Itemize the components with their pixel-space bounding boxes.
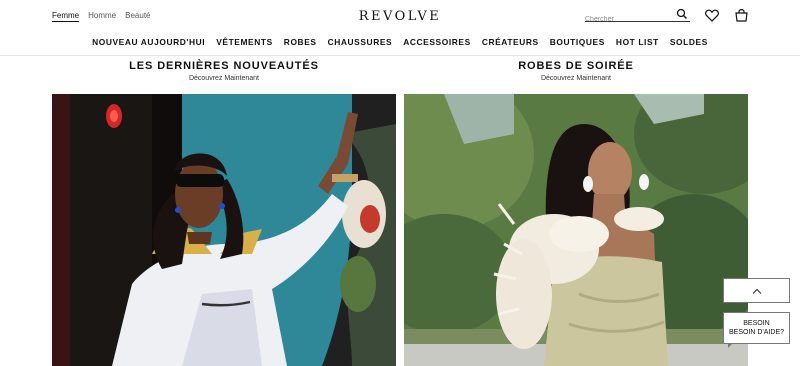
nav-item-chaussures[interactable]: CHAUSSURES [328,37,393,51]
top-bar: Femme Homme Beauté REVOLVE [0,0,800,34]
nav-item-createurs[interactable]: CRÉATEURS [482,37,539,51]
hero-illustration-new-arrivals [52,94,396,366]
section-header-evening-dresses: ROBES DE SOIRÉE Découvrez Maintenant [404,60,748,82]
search-input[interactable] [585,13,670,26]
help-bubble-tail [728,343,733,348]
section-subtitle-link[interactable]: Découvrez Maintenant [404,75,748,82]
section-header-new-arrivals: LES DERNIÈRES NOUVEAUTÉS Découvrez Maint… [52,60,396,82]
nav-item-accessoires[interactable]: ACCESSOIRES [403,37,471,51]
nav-divider [0,55,800,56]
chevron-up-icon [752,288,761,294]
hero-image-new-arrivals[interactable] [52,94,396,366]
nav-item-vetements[interactable]: VÊTEMENTS [216,37,273,51]
nav-item-robes[interactable]: ROBES [284,37,317,51]
heart-icon[interactable] [705,9,719,22]
bag-icon[interactable] [735,8,748,22]
help-chat-button[interactable]: BESOIN BESOIN D'AIDE? [723,312,790,344]
search-icon[interactable] [676,8,688,20]
nav-item-hot-list[interactable]: HOT LIST [616,37,659,51]
nav-item-soldes[interactable]: SOLDES [670,37,708,51]
help-label-line2: BESOIN D'AIDE? [728,329,785,336]
section-title[interactable]: ROBES DE SOIRÉE [404,60,748,72]
nav-item-boutiques[interactable]: BOUTIQUES [550,37,605,51]
scroll-to-top-button[interactable] [723,278,790,303]
nav-item-nouveau[interactable]: NOUVEAU AUJOURD'HUI [92,37,205,51]
hero-illustration-evening-dresses [404,94,748,366]
section-subtitle-link[interactable]: Découvrez Maintenant [52,75,396,82]
help-label-line1: BESOIN [743,320,770,327]
search-box [585,8,690,26]
hero-image-evening-dresses[interactable] [404,94,748,366]
section-title[interactable]: LES DERNIÈRES NOUVEAUTÉS [52,60,396,72]
main-nav: NOUVEAU AUJOURD'HUI VÊTEMENTS ROBES CHAU… [0,37,800,51]
